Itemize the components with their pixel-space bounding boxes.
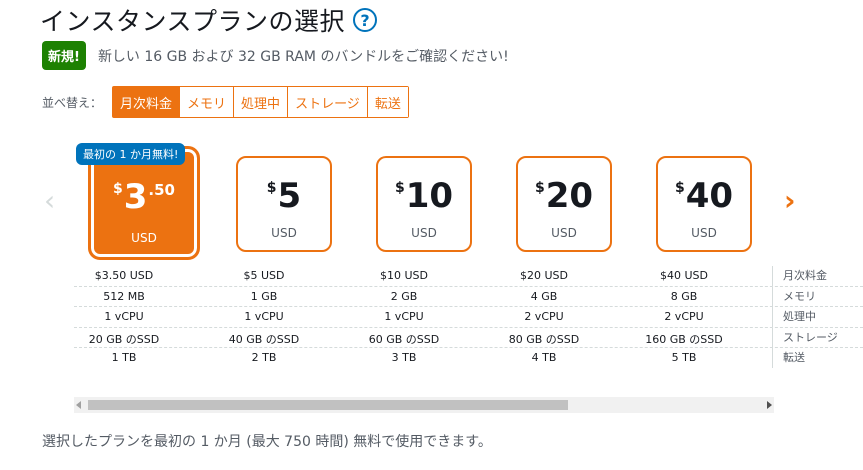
plan-currency: USD — [551, 226, 577, 240]
plan-dollar-sign: $ — [394, 180, 405, 196]
title-row: インスタンスプランの選択 ? — [40, 2, 378, 38]
spec-cell: 512 MB — [103, 289, 145, 303]
scrollbar-thumb[interactable] — [88, 400, 568, 410]
spec-cell: 2 vCPU — [664, 310, 704, 323]
sort-monthly-price-button[interactable]: 月次料金 — [113, 87, 180, 117]
spec-cell: 1 GB — [250, 289, 278, 303]
spec-cell: 1 vCPU — [384, 310, 424, 323]
spec-label-memory: メモリ — [772, 286, 863, 307]
spec-label-cpu: 処理中 — [772, 307, 863, 327]
plan-price: $ 10 — [378, 178, 470, 214]
page-title: インスタンスプランの選択 — [40, 7, 346, 36]
spec-cell: 4 GB — [530, 289, 558, 303]
plan-price: $ 40 — [658, 178, 750, 214]
plan-currency: USD — [411, 226, 437, 240]
chevron-left-icon[interactable]: ‹ — [44, 184, 55, 217]
sort-processing-button[interactable]: 処理中 — [233, 87, 288, 117]
spec-label-price: 月次料金 — [772, 266, 863, 286]
spec-row-price: $3.50 USD $5 USD $10 USD $20 USD $40 USD… — [74, 266, 863, 287]
help-icon[interactable]: ? — [353, 8, 378, 32]
spec-cell: 40 GB のSSD — [228, 332, 300, 346]
plan-amount: 10 — [405, 176, 454, 216]
plan-dollar-sign: $ — [113, 181, 123, 197]
plan-card-40[interactable]: $ 40 USD — [656, 156, 752, 252]
spec-cell: 4 TB — [531, 351, 557, 364]
spec-cell: $5 USD — [243, 269, 285, 282]
spec-cell: 160 GB のSSD — [645, 332, 723, 346]
plan-price: $ 5 — [238, 178, 330, 214]
sort-label: 並べ替え： — [42, 95, 103, 110]
spec-cell: 1 vCPU — [104, 310, 144, 323]
spec-cell: $10 USD — [380, 269, 428, 282]
sort-button-group: 月次料金 メモリ 処理中 ストレージ 転送 — [112, 86, 409, 118]
plan-currency: USD — [131, 231, 157, 245]
plan-dollar-sign: $ — [674, 180, 685, 196]
plan-currency: USD — [271, 226, 297, 240]
spec-cell: 3 TB — [391, 351, 417, 364]
plan-amount: 3 — [123, 177, 148, 217]
promo-badge: 最初の 1 か月無料! — [76, 143, 186, 165]
spec-cell: $3.50 USD — [94, 269, 154, 282]
plan-price: $ 20 — [518, 178, 610, 214]
sort-memory-button[interactable]: メモリ — [179, 87, 234, 117]
spec-row-cpu: 1 vCPU 1 vCPU 1 vCPU 2 vCPU 2 vCPU 処理中 — [74, 307, 863, 328]
spec-cell: 2 GB — [390, 289, 418, 303]
plan-cents: .50 — [148, 181, 175, 199]
plan-dollar-sign: $ — [266, 180, 277, 196]
spec-cell: 20 GB のSSD — [88, 332, 160, 346]
plan-currency: USD — [691, 226, 717, 240]
spec-label-transfer: 転送 — [772, 348, 863, 368]
scroll-right-arrow-icon[interactable] — [767, 401, 772, 409]
plan-price: $ 3 .50 — [91, 179, 197, 215]
spec-cell: 5 TB — [671, 351, 697, 364]
new-bundles-text: 新しい 16 GB および 32 GB RAM のバンドルをご確認ください! — [97, 48, 509, 65]
plan-card-10[interactable]: $ 10 USD — [376, 156, 472, 252]
sort-transfer-button[interactable]: 転送 — [366, 87, 408, 117]
spec-cell: $40 USD — [660, 269, 708, 282]
horizontal-scrollbar[interactable] — [74, 397, 774, 413]
spec-cell: 8 GB — [670, 289, 698, 303]
spec-cell: 60 GB のSSD — [368, 332, 440, 346]
new-badge: 新規! — [42, 41, 86, 70]
spec-table: $3.50 USD $5 USD $10 USD $20 USD $40 USD… — [74, 266, 863, 369]
spec-row-memory: 512 MB 1 GB 2 GB 4 GB 8 GB メモリ — [74, 286, 863, 307]
scroll-left-arrow-icon[interactable] — [76, 401, 81, 409]
plan-card-5[interactable]: $ 5 USD — [236, 156, 332, 252]
plan-amount: 40 — [685, 176, 734, 216]
spec-cell: 1 vCPU — [244, 310, 284, 323]
spec-label-storage: ストレージ — [772, 327, 863, 348]
free-tier-note: 選択したプランを最初の 1 か月 (最大 750 時間) 無料で使用できます。 — [42, 434, 492, 450]
plan-card-20[interactable]: $ 20 USD — [516, 156, 612, 252]
sort-storage-button[interactable]: ストレージ — [287, 87, 367, 117]
plan-amount: 20 — [545, 176, 594, 216]
spec-cell: 1 TB — [111, 351, 137, 364]
spec-cell: $20 USD — [520, 269, 568, 282]
spec-cell: 2 vCPU — [524, 310, 564, 323]
spec-cell: 2 TB — [251, 351, 277, 364]
spec-cell: 80 GB のSSD — [508, 332, 580, 346]
spec-row-transfer: 1 TB 2 TB 3 TB 4 TB 5 TB 転送 — [74, 348, 863, 369]
plan-amount: 5 — [277, 176, 302, 216]
plan-dollar-sign: $ — [534, 180, 545, 196]
spec-row-storage: 20 GB のSSD 40 GB のSSD 60 GB のSSD 80 GB の… — [74, 327, 863, 348]
chevron-right-icon[interactable]: › — [784, 184, 796, 217]
sort-row: 並べ替え： 月次料金 メモリ 処理中 ストレージ 転送 — [42, 86, 409, 118]
new-bundles-banner: 新規! 新しい 16 GB および 32 GB RAM のバンドルをご確認くださ… — [42, 41, 509, 70]
